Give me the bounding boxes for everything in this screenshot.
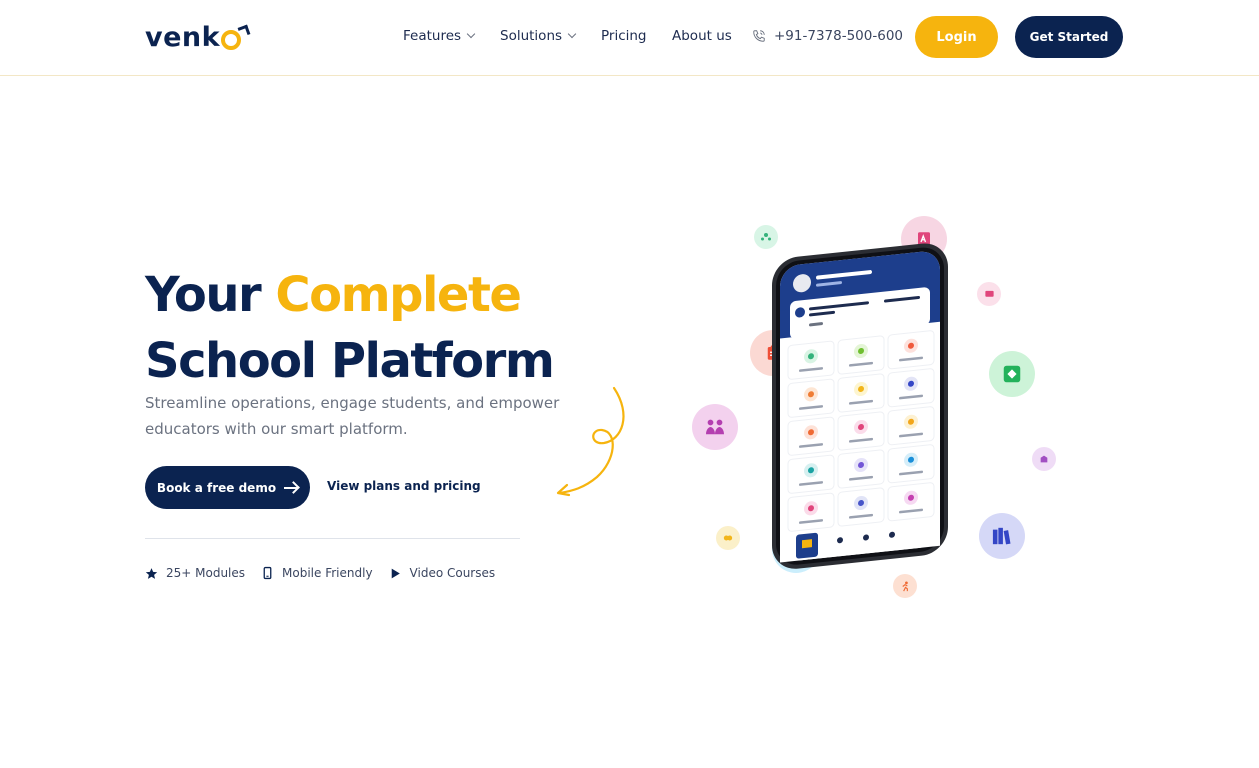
- nav-about-us[interactable]: About us: [672, 28, 732, 44]
- nav-solutions[interactable]: Solutions: [500, 28, 577, 44]
- feature-modules: 25+ Modules: [145, 566, 245, 580]
- mobile-icon: [263, 566, 272, 580]
- phone-icon: [753, 30, 765, 42]
- book-demo-label: Book a free demo: [156, 480, 277, 495]
- feature-mobile-label: Mobile Friendly: [282, 566, 373, 580]
- hero-subtitle: Streamline operations, engage students, …: [145, 394, 560, 438]
- bubble-coins-icon: [716, 526, 740, 550]
- venko-logo[interactable]: venk: [145, 22, 251, 53]
- star-icon: [145, 567, 158, 579]
- nav-pricing-label: Pricing: [601, 28, 647, 44]
- feature-modules-label: 25+ Modules: [166, 566, 246, 580]
- hero-title-line2: School Platform: [145, 333, 555, 389]
- nav-pricing[interactable]: Pricing: [601, 28, 647, 44]
- hero-title: Your Complete School Platform: [145, 262, 555, 394]
- logo-o-mark-icon: [221, 29, 242, 50]
- bubble-chat-icon: [977, 282, 1001, 306]
- bubble-books-icon: [979, 513, 1025, 559]
- phone-number: +91-7378-500-600: [774, 28, 903, 44]
- nav-phone-link[interactable]: +91-7378-500-600: [752, 28, 903, 44]
- feature-video: Video Courses: [389, 566, 496, 580]
- bubble-people-icon: [692, 404, 738, 450]
- feature-mobile: Mobile Friendly: [261, 566, 373, 580]
- bubble-run-icon: [893, 574, 917, 598]
- site-header: venk Features Solutions Pricing About us…: [0, 0, 1259, 76]
- nav-about-label: About us: [672, 28, 732, 44]
- arrow-right-icon: [284, 486, 299, 489]
- hero-features-row: 25+ Modules Mobile Friendly Video Course…: [145, 566, 511, 580]
- hero-title-part1: Your: [145, 267, 262, 323]
- book-demo-button[interactable]: Book a free demo: [145, 466, 310, 509]
- hero-divider: [145, 538, 520, 539]
- nav-features[interactable]: Features: [403, 28, 476, 44]
- chevron-down-icon: [567, 29, 577, 39]
- graduation-cap-icon: [237, 24, 251, 37]
- hero-illustration: [686, 210, 1066, 610]
- login-button[interactable]: Login: [915, 16, 998, 58]
- feature-video-label: Video Courses: [409, 566, 496, 580]
- curly-arrow-icon: [556, 386, 625, 497]
- get-started-button[interactable]: Get Started: [1015, 16, 1123, 58]
- play-icon: [391, 568, 400, 578]
- hero-title-accent: Complete: [275, 267, 522, 323]
- nav-solutions-label: Solutions: [500, 28, 563, 44]
- bubble-building-icon: [1032, 447, 1056, 471]
- chevron-down-icon: [466, 29, 476, 39]
- view-plans-link[interactable]: View plans and pricing: [327, 479, 481, 493]
- phone-mockup-image: [772, 243, 948, 569]
- logo-text: venk: [145, 22, 221, 53]
- bubble-share-icon: [989, 351, 1035, 397]
- nav-features-label: Features: [403, 28, 462, 44]
